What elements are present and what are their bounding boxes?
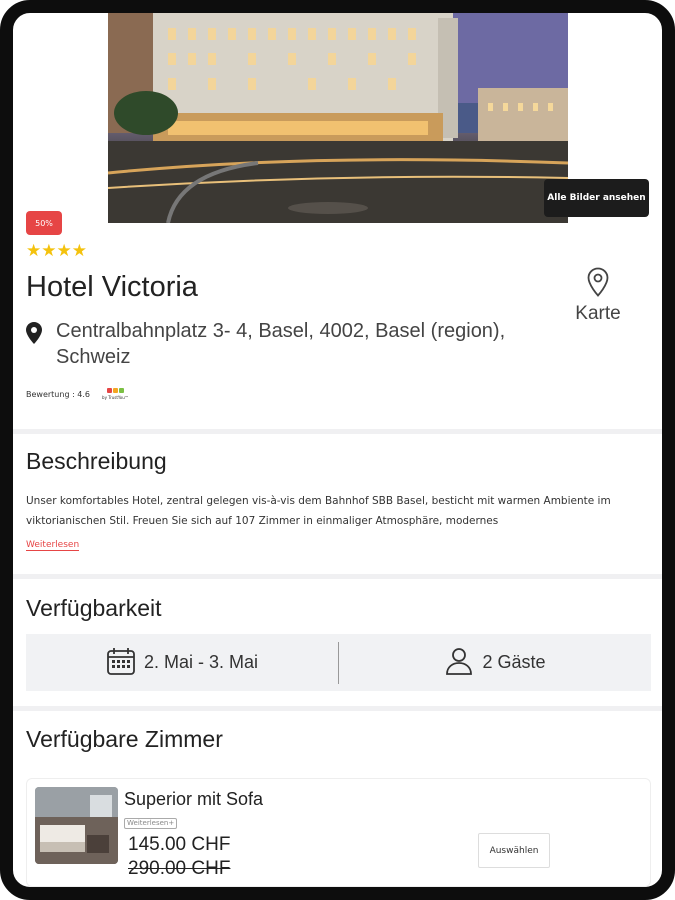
rating-row: Bewertung : 4.6 by TrustYou™ [26,388,129,400]
map-pin-icon [568,267,628,301]
date-selector[interactable]: 2. Mai - 3. Mai [26,634,338,691]
hotel-photo-illustration [108,13,568,223]
room-card: Superior mit Sofa Weiterlesen+ 145.00 CH… [26,778,651,887]
availability-title: Verfügbarkeit [26,595,162,621]
map-label: Karte [575,303,621,324]
availability-bar: 2. Mai - 3. Mai 2 Gäste [26,634,651,691]
hotel-hero-image[interactable] [108,13,568,223]
device-frame: Alle Bilder ansehen 50% ★★★★ Hotel Victo… [0,0,675,900]
trustyou-dot [112,388,118,393]
address-row: Centralbahnplatz 3- 4, Basel, 4002, Base… [26,318,506,370]
room-price: 145.00 CHF [128,834,231,855]
all-images-button[interactable]: Alle Bilder ansehen [544,179,649,217]
trustyou-logo: by TrustYou™ [102,388,129,400]
rating-text: Bewertung : 4.6 [26,389,91,399]
trustyou-dot [106,388,112,393]
room-image[interactable] [35,787,118,864]
map-link[interactable]: Karte [568,267,628,325]
section-divider [13,429,662,434]
room-old-price: 290.00 CHF [128,858,231,879]
person-icon [444,646,474,680]
rooms-title: Verfügbare Zimmer [26,726,223,752]
calendar-icon [106,646,136,680]
read-more-link[interactable]: Weiterlesen [26,540,80,551]
hotel-name: Hotel Victoria [26,271,198,303]
guests-text: 2 Gäste [482,652,546,672]
hotel-address: Centralbahnplatz 3- 4, Basel, 4002, Base… [56,320,506,368]
section-divider [13,574,662,579]
discount-badge: 50% [26,211,62,235]
guest-selector[interactable]: 2 Gäste [339,634,651,691]
section-divider [13,706,662,711]
hotel-detail-page: Alle Bilder ansehen 50% ★★★★ Hotel Victo… [13,13,662,887]
description-text: Unser komfortables Hotel, zentral gelege… [26,495,611,527]
room-name: Superior mit Sofa [124,789,264,809]
room-read-more[interactable]: Weiterlesen+ [124,818,178,829]
trustyou-dot [118,388,124,393]
trustyou-label: by TrustYou™ [102,395,129,400]
description-title: Beschreibung [26,448,167,474]
select-room-button[interactable]: Auswählen [478,833,550,868]
location-pin-icon [26,322,46,370]
star-rating: ★★★★ [26,241,87,261]
date-range-text: 2. Mai - 3. Mai [143,652,259,672]
